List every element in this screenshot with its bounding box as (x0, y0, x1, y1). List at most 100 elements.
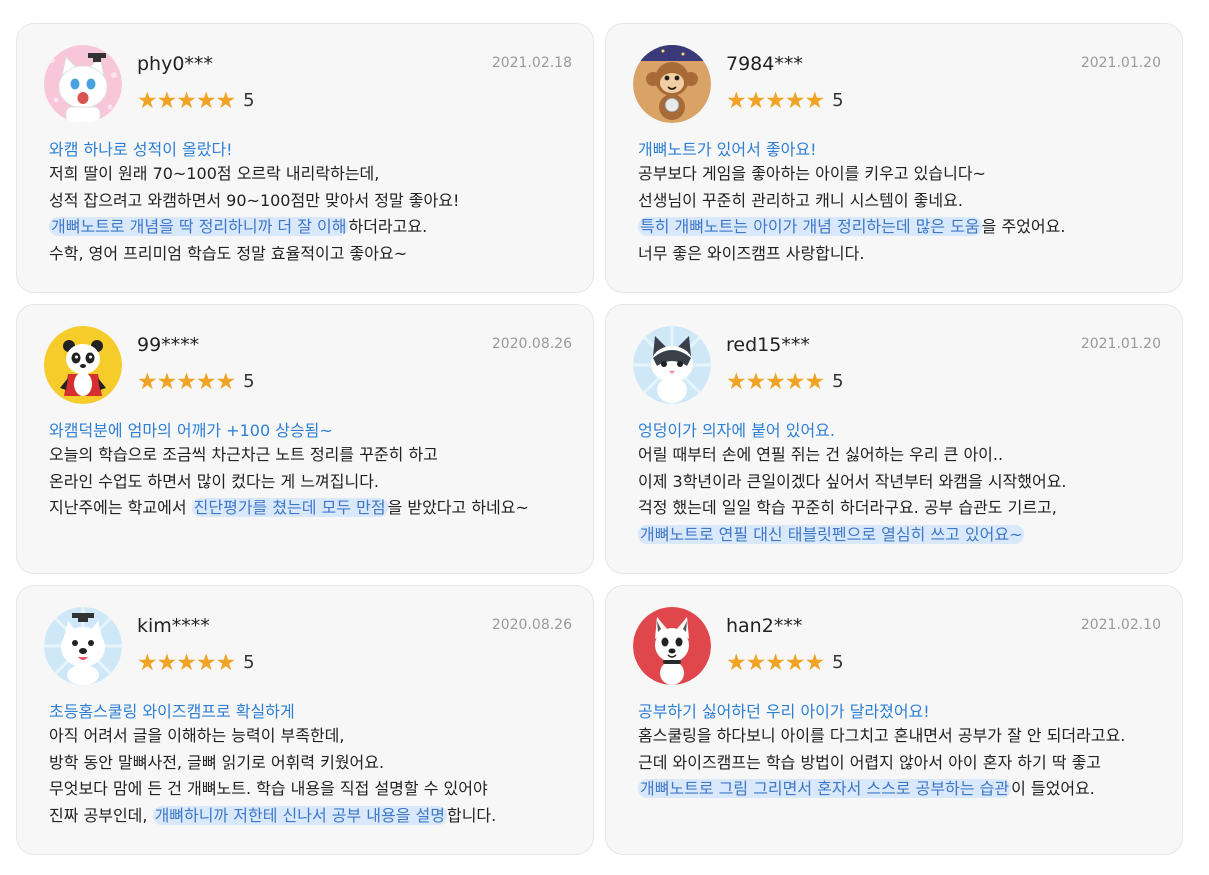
review-text: 하더라고요. (348, 217, 428, 236)
review-headline: 개뼈노트가 있어서 좋아요! (638, 140, 817, 159)
review-line: 근데 와이즈캠프는 학습 방법이 어렵지 않아서 아이 혼자 하기 딱 좋고 (638, 750, 1125, 777)
stars-icon: ★★★★★ (137, 88, 236, 114)
review-text: 걱정 했는데 일일 학습 꾸준히 하더라구요. 공부 습관도 기르고, (638, 498, 1057, 517)
review-date: 2020.08.26 (491, 617, 572, 633)
monkey-icon (633, 45, 711, 123)
review-card-3: 99**** 2020.08.26 ★★★★★ 5 와캠덕분에 엄마의 어깨가 … (16, 304, 594, 574)
dog-graduate-icon (44, 607, 122, 685)
star-rating: ★★★★★ 5 (137, 650, 255, 676)
cat-graduate-icon (44, 45, 122, 123)
review-headline: 와캠 하나로 성적이 올랐다! (49, 140, 233, 159)
review-line: 수학, 영어 프리미엄 학습도 정말 효율적이고 좋아요~ (49, 241, 459, 268)
review-line: 선생님이 꾸준히 관리하고 캐니 시스템이 좋네요. (638, 188, 1065, 215)
rating-value: 5 (832, 90, 844, 111)
review-line: 특히 개뼈노트는 아이가 개념 정리하는데 많은 도움 을 주었어요. (638, 214, 1065, 241)
stars-icon: ★★★★★ (137, 369, 236, 395)
stars-icon: ★★★★★ (137, 650, 236, 676)
review-body: 홈스쿨링을 하다보니 아이를 다그치고 혼내면서 공부가 잘 안 되더라고요. 근… (638, 723, 1125, 803)
review-line: 개뼈노트로 연필 대신 태블릿펜으로 열심히 쓰고 있어요~ (638, 522, 1067, 549)
review-text: 을 주었어요. (981, 217, 1066, 236)
rating-value: 5 (243, 652, 255, 673)
review-line: 개뼈노트로 그림 그리면서 혼자서 스스로 공부하는 습관 이 들었어요. (638, 776, 1125, 803)
review-line: 개뼈노트로 개념을 딱 정리하니까 더 잘 이해 하더라고요. (49, 214, 459, 241)
star-rating: ★★★★★ 5 (726, 88, 844, 114)
rating-value: 5 (243, 90, 255, 111)
review-date: 2020.08.26 (491, 336, 572, 352)
rating-value: 5 (243, 371, 255, 392)
star-rating: ★★★★★ 5 (726, 369, 844, 395)
review-line: 아직 어려서 글을 이해하는 능력이 부족한데, (49, 723, 496, 750)
review-text: 홈스쿨링을 하다보니 아이를 다그치고 혼내면서 공부가 잘 안 되더라고요. (638, 726, 1126, 745)
review-text: 합니다. (446, 805, 497, 825)
review-headline: 와캠덕분에 엄마의 어깨가 +100 상승됨~ (49, 421, 333, 440)
review-text: 무엇보다 맘에 든 건 개뼈노트. 학습 내용을 직접 설명할 수 있어야 (49, 779, 488, 798)
highlighted-text: 개뼈하니까 저한테 신나서 공부 내용을 설명 (152, 805, 447, 825)
review-line: 공부보다 게임을 좋아하는 아이를 키우고 있습니다~ (638, 161, 1065, 188)
review-line: 저희 딸이 원래 70~100점 오르락 내리락하는데, (49, 161, 459, 188)
review-line: 방학 동안 말뼈사전, 글뼈 읽기로 어휘력 키웠어요. (49, 750, 496, 777)
review-text: 어릴 때부터 손에 연필 쥐는 건 싫어하는 우리 큰 아이.. (638, 445, 1004, 464)
review-card-6: han2*** 2021.02.10 ★★★★★ 5 공부하기 싫어하던 우리 … (605, 585, 1183, 855)
review-body: 어릴 때부터 손에 연필 쥐는 건 싫어하는 우리 큰 아이.. 이제 3학년이라… (638, 442, 1067, 548)
review-card-5: kim**** 2020.08.26 ★★★★★ 5 초등홈스쿨링 와이즈캠프로… (16, 585, 594, 855)
review-headline: 초등홈스쿨링 와이즈캠프로 확실하게 (49, 702, 295, 721)
username: han2*** (726, 615, 803, 637)
review-line: 성적 잡으려고 와캠하면서 90~100점만 맞아서 정말 좋아요! (49, 188, 459, 215)
review-grid: phy0*** 2021.02.18 ★★★★★ 5 와캠 하나로 성적이 올랐… (16, 23, 1183, 855)
highlighted-text: 진단평가를 쳤는데 모두 만점 (191, 498, 388, 517)
review-body: 공부보다 게임을 좋아하는 아이를 키우고 있습니다~ 선생님이 꾸준히 관리하고… (638, 161, 1065, 267)
star-rating: ★★★★★ 5 (137, 369, 255, 395)
username: phy0*** (137, 53, 213, 75)
rating-value: 5 (832, 652, 844, 673)
review-line: 오늘의 학습으로 조금씩 차근차근 노트 정리를 꾸준히 하고 (49, 442, 529, 469)
review-text: 근데 와이즈캠프는 학습 방법이 어렵지 않아서 아이 혼자 하기 딱 좋고 (638, 752, 1102, 772)
review-text: 을 받았다고 하네요~ (387, 498, 529, 517)
star-rating: ★★★★★ 5 (726, 650, 844, 676)
review-text: 성적 잡으려고 와캠하면서 90~100점만 맞아서 정말 좋아요! (49, 190, 460, 210)
review-line: 지난주에는 학교에서 진단평가를 쳤는데 모두 만점 을 받았다고 하네요~ (49, 495, 529, 522)
username: red15*** (726, 334, 810, 356)
review-body: 아직 어려서 글을 이해하는 능력이 부족한데, 방학 동안 말뼈사전, 글뼈 읽… (49, 723, 496, 829)
review-text: 오늘의 학습으로 조금씩 차근차근 노트 정리를 꾸준히 하고 (49, 445, 438, 464)
stars-icon: ★★★★★ (726, 369, 825, 395)
review-line: 너무 좋은 와이즈캠프 사랑합니다. (638, 241, 1065, 268)
username: 99**** (137, 334, 200, 356)
highlighted-text: 개뼈노트로 그림 그리면서 혼자서 스스로 공부하는 습관 (638, 779, 1012, 798)
review-line: 홈스쿨링을 하다보니 아이를 다그치고 혼내면서 공부가 잘 안 되더라고요. (638, 723, 1125, 750)
highlighted-text: 개뼈노트로 개념을 딱 정리하니까 더 잘 이해 (49, 217, 349, 236)
review-body: 오늘의 학습으로 조금씩 차근차근 노트 정리를 꾸준히 하고온라인 수업도 하… (49, 442, 529, 522)
review-line: 진짜 공부인데, 개뼈하니까 저한테 신나서 공부 내용을 설명 합니다. (49, 803, 496, 830)
review-line: 이제 3학년이라 큰일이겠다 싶어서 작년부터 와캠을 시작했어요. (638, 469, 1067, 496)
review-text: 공부보다 게임을 좋아하는 아이를 키우고 있습니다~ (638, 164, 986, 183)
review-line: 온라인 수업도 하면서 많이 컸다는 게 느껴집니다. (49, 469, 529, 496)
highlighted-text: 특히 개뼈노트는 아이가 개념 정리하는데 많은 도움 (638, 217, 982, 236)
review-text: 아직 어려서 글을 이해하는 능력이 부족한데, (49, 726, 345, 745)
review-headline: 공부하기 싫어하던 우리 아이가 달라졌어요! (638, 702, 930, 721)
review-text: 방학 동안 말뼈사전, 글뼈 읽기로 어휘력 키웠어요. (49, 752, 385, 772)
review-text: 이제 3학년이라 큰일이겠다 싶어서 작년부터 와캠을 시작했어요. (638, 471, 1067, 491)
review-text: 너무 좋은 와이즈캠프 사랑합니다. (638, 243, 865, 263)
review-text: 진짜 공부인데, (49, 805, 153, 825)
stars-icon: ★★★★★ (726, 88, 825, 114)
star-rating: ★★★★★ 5 (137, 88, 255, 114)
review-line: 걱정 했는데 일일 학습 꾸준히 하더라구요. 공부 습관도 기르고, (638, 495, 1067, 522)
review-text: 이 들었어요. (1011, 779, 1095, 798)
review-line: 무엇보다 맘에 든 건 개뼈노트. 학습 내용을 직접 설명할 수 있어야 (49, 776, 496, 803)
review-text: 선생님이 꾸준히 관리하고 캐니 시스템이 좋네요. (638, 190, 963, 210)
highlighted-text: 개뼈노트로 연필 대신 태블릿펜으로 열심히 쓰고 있어요~ (638, 524, 1025, 544)
panda-icon (44, 326, 122, 404)
dog-red-icon (633, 607, 711, 685)
review-text: 온라인 수업도 하면서 많이 컸다는 게 느껴집니다. (49, 471, 380, 491)
review-card-1: phy0*** 2021.02.18 ★★★★★ 5 와캠 하나로 성적이 올랐… (16, 23, 594, 293)
review-card-2: 7984*** 2021.01.20 ★★★★★ 5 개뼈노트가 있어서 좋아요… (605, 23, 1183, 293)
review-text: 수학, 영어 프리미엄 학습도 정말 효율적이고 좋아요~ (49, 243, 408, 263)
review-text: 저희 딸이 원래 70~100점 오르락 내리락하는데, (49, 164, 380, 183)
username: kim**** (137, 615, 210, 637)
review-date: 2021.02.10 (1080, 617, 1161, 633)
username: 7984*** (726, 53, 803, 75)
stars-icon: ★★★★★ (726, 650, 825, 676)
review-headline: 엉덩이가 의자에 붙어 있어요. (638, 421, 835, 440)
review-card-4: red15*** 2021.01.20 ★★★★★ 5 엉덩이가 의자에 붙어 … (605, 304, 1183, 574)
siamese-cat-icon (633, 326, 711, 404)
review-date: 2021.01.20 (1080, 336, 1161, 352)
